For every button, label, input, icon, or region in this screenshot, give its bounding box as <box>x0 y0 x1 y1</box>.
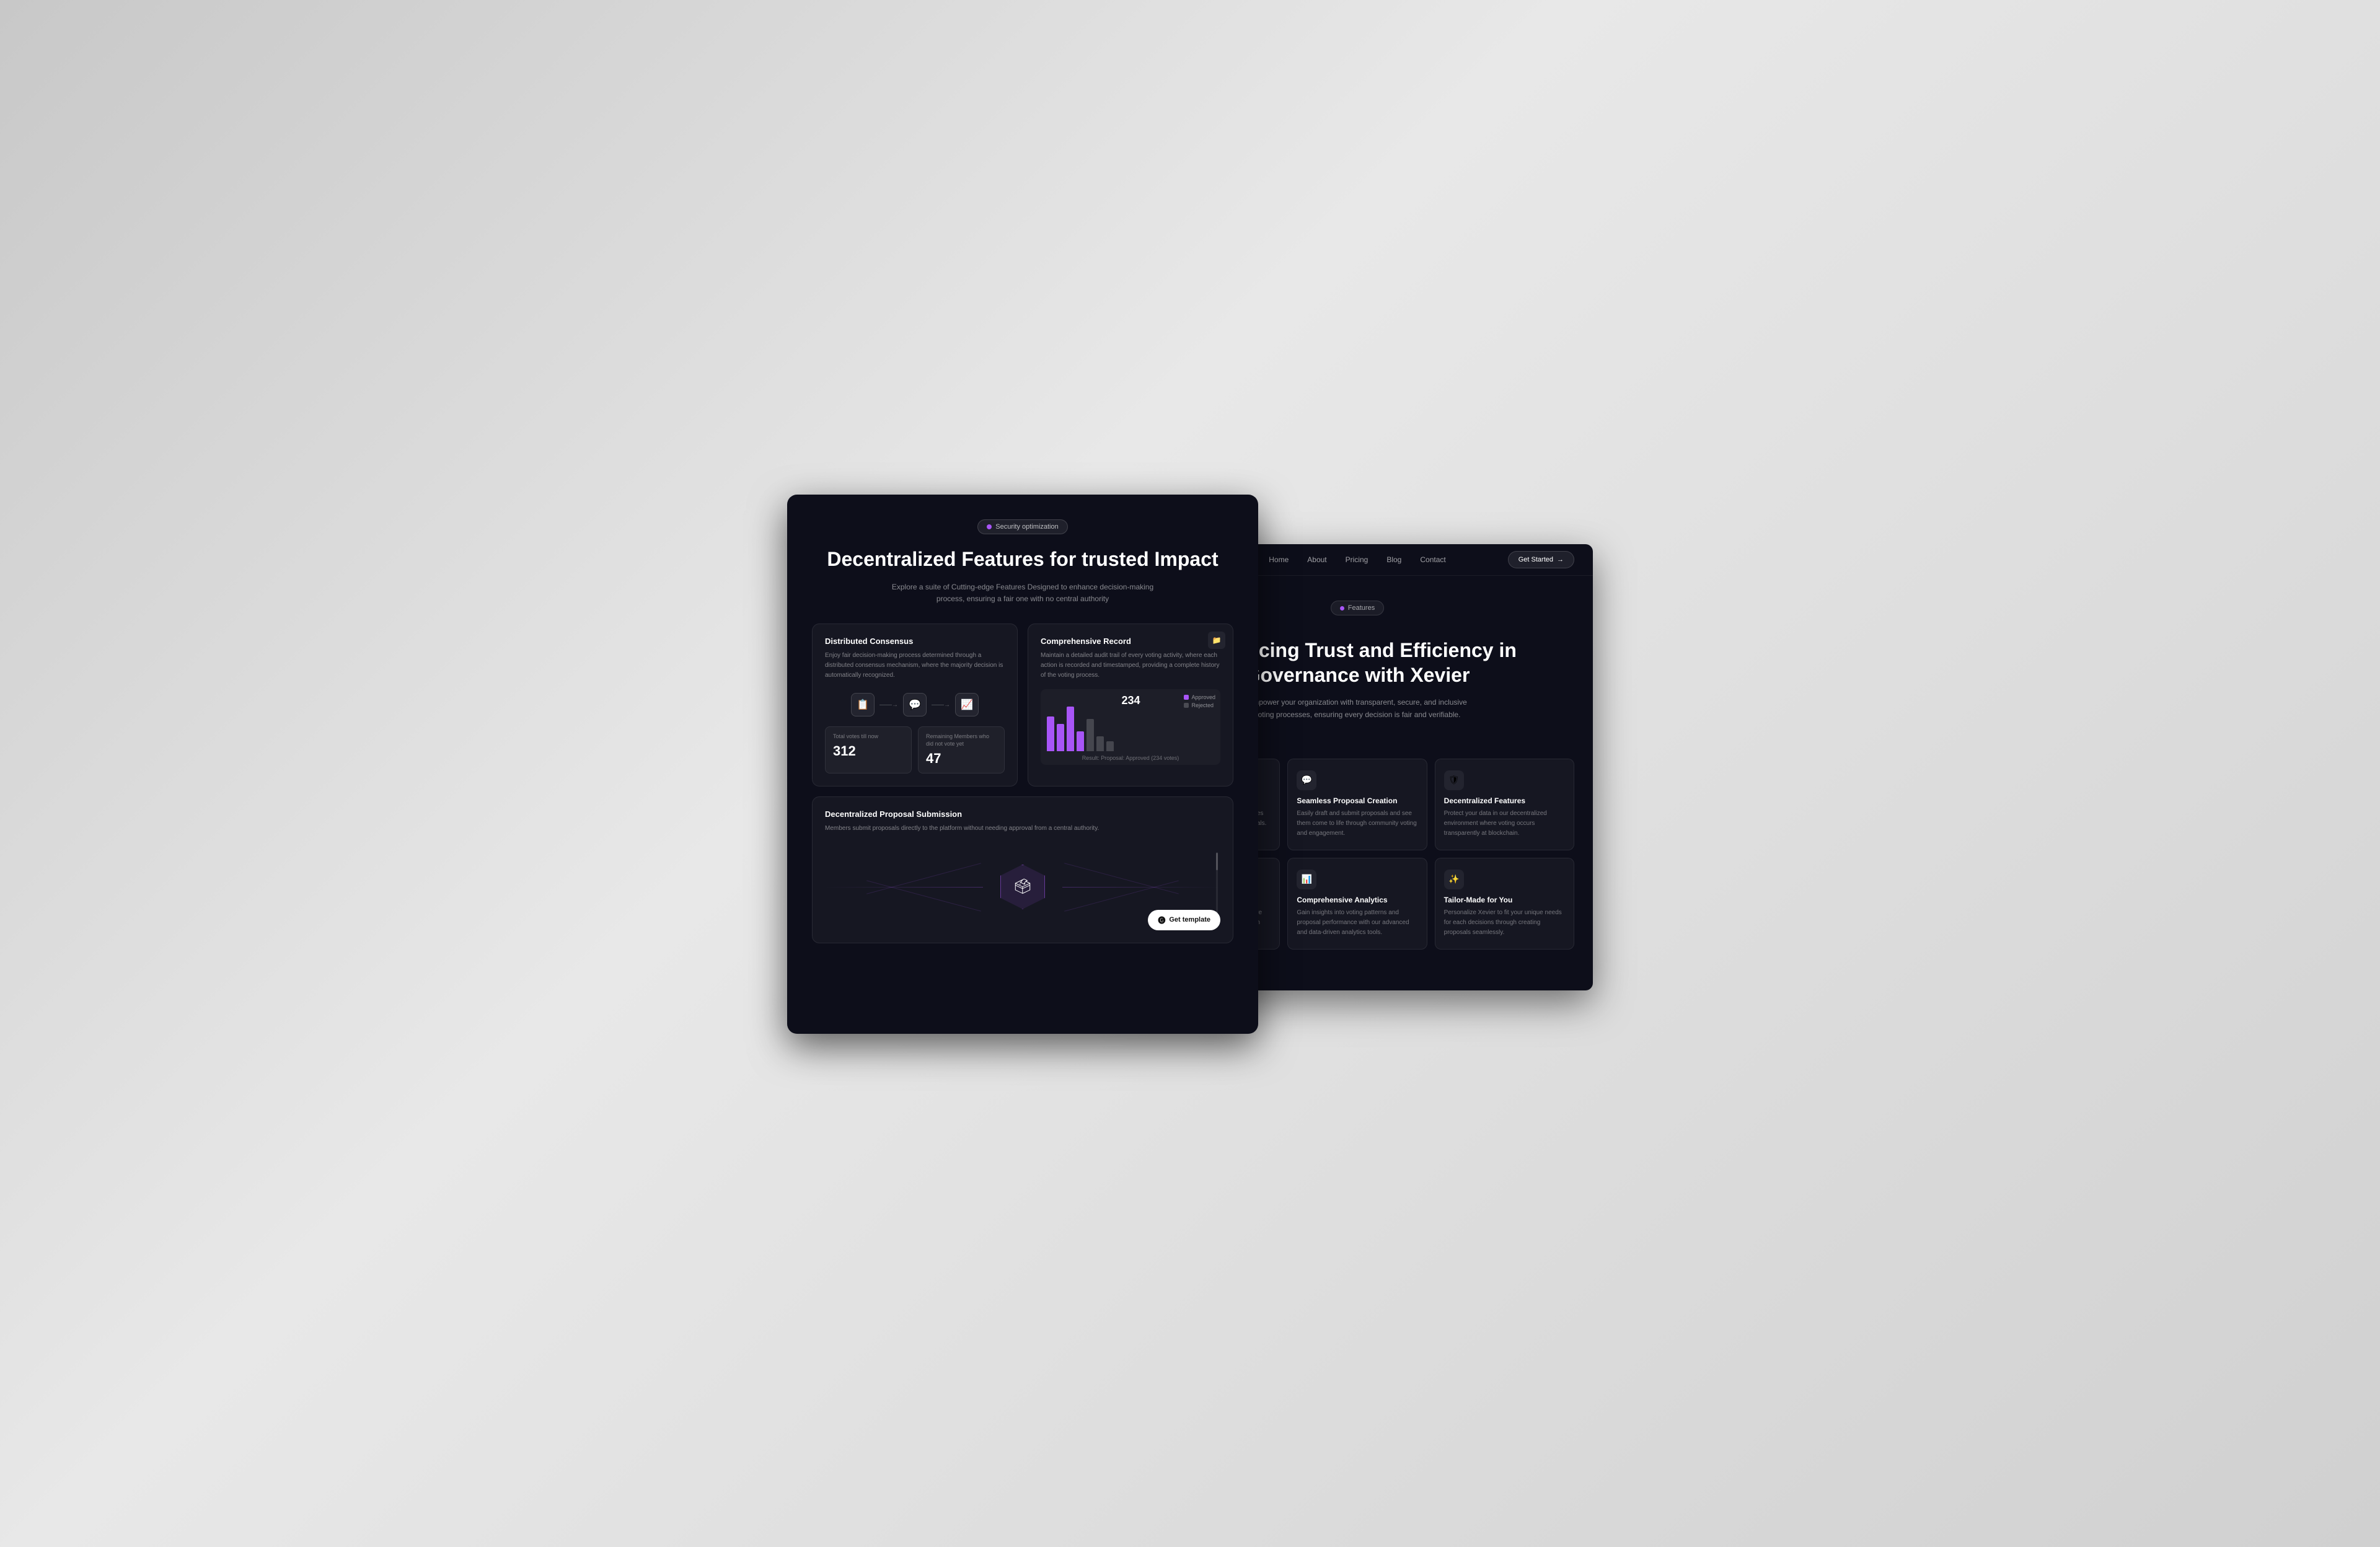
back-subtitle: Empower your organization with transpare… <box>1240 696 1475 721</box>
remaining-votes-label: Remaining Members who did not vote yet <box>926 733 997 747</box>
security-badge: Security optimization <box>977 519 1068 534</box>
total-votes-label: Total votes till now <box>833 733 904 741</box>
proposal-icon: 💬 <box>1297 770 1316 790</box>
feature2-title: Comprehensive Record <box>1041 637 1220 646</box>
get-started-label: Get Started <box>1518 556 1553 563</box>
approved-label: Approved <box>1191 694 1215 700</box>
scrollbar-thumb <box>1216 853 1218 870</box>
chart-legend: Approved Rejected <box>1184 694 1215 708</box>
flow-node-2: 💬 <box>903 693 927 716</box>
feature-card-2: 💬 Seamless Proposal Creation Easily draf… <box>1287 759 1427 850</box>
nav-contact[interactable]: Contact <box>1420 555 1445 564</box>
proposal-submission-card: Decentralized Proposal Submission Member… <box>812 796 1233 943</box>
hexagon-container: 🗳 <box>1000 865 1045 909</box>
chart-number: 234 <box>1122 694 1140 707</box>
rejected-label: Rejected <box>1191 702 1214 708</box>
feature-card-5: 📊 Comprehensive Analytics Gain insights … <box>1287 858 1427 950</box>
feature2-desc: Maintain a detailed audit trail of every… <box>1041 651 1220 681</box>
scrollbar-track <box>1216 852 1218 922</box>
front-title: Decentralized Features for trusted Impac… <box>812 547 1233 571</box>
feature-5-title: Comprehensive Analytics <box>1297 896 1417 904</box>
features-badge: Features <box>1331 601 1384 615</box>
arrow-1: ——→ <box>879 702 898 708</box>
feature1-desc: Enjoy fair decision-making process deter… <box>825 651 1005 681</box>
feature-6-title: Tailor-Made for You <box>1444 896 1565 904</box>
features-badge-label: Features <box>1348 604 1375 612</box>
feature-card-6: ✨ Tailor-Made for You Personalize Xevier… <box>1435 858 1574 950</box>
feature-3-title: Decentralized Features <box>1444 796 1565 805</box>
nav-about[interactable]: About <box>1307 555 1326 564</box>
flow-node-3: 📈 <box>955 693 979 716</box>
feature3-desc: Members submit proposals directly to the… <box>825 824 1220 834</box>
front-card: Security optimization Decentralized Feat… <box>787 495 1258 1034</box>
feature-3-desc: Protect your data in our decentralized e… <box>1444 809 1565 839</box>
feature3-title: Decentralized Proposal Submission <box>825 809 1220 819</box>
security-badge-label: Security optimization <box>995 523 1059 531</box>
feature-6-desc: Personalize Xevier to fit your unique ne… <box>1444 908 1565 938</box>
bar-chart <box>1047 702 1214 751</box>
tailor-icon: ✨ <box>1444 870 1464 889</box>
arrow-2: ——→ <box>932 702 950 708</box>
arrow-icon: → <box>1557 556 1564 563</box>
feature-2-title: Seamless Proposal Creation <box>1297 796 1417 805</box>
get-template-button[interactable]: 🅖 Get template <box>1148 910 1220 930</box>
feature-5-desc: Gain insights into voting patterns and p… <box>1297 908 1417 938</box>
flow-diagram: 📋 ——→ 💬 ——→ 📈 <box>825 693 1005 716</box>
google-icon: 🅖 <box>1158 915 1165 925</box>
flow-node-1: 📋 <box>851 693 875 716</box>
get-started-button[interactable]: Get Started → <box>1508 551 1574 568</box>
nav-blog[interactable]: Blog <box>1386 555 1401 564</box>
distributed-consensus-card: Distributed Consensus Enjoy fair decisio… <box>812 624 1018 786</box>
feature-card-3: 🛡 Decentralized Features Protect your da… <box>1435 759 1574 850</box>
get-template-label: Get template <box>1169 916 1210 923</box>
analytics-icon: 📊 <box>1297 870 1316 889</box>
remaining-votes-box: Remaining Members who did not vote yet 4… <box>918 726 1005 773</box>
feature1-title: Distributed Consensus <box>825 637 1005 646</box>
decentralized-icon: 🛡 <box>1444 770 1464 790</box>
front-subtitle: Explore a suite of Cutting-edge Features… <box>886 581 1159 605</box>
total-votes-box: Total votes till now 312 <box>825 726 912 773</box>
remaining-votes-value: 47 <box>926 751 997 767</box>
record-icon: 📁 <box>1208 632 1225 649</box>
ballot-icon: 🗳 <box>1013 878 1032 896</box>
feature-2-desc: Easily draft and submit proposals and se… <box>1297 809 1417 839</box>
comprehensive-record-card: 📁 Comprehensive Record Maintain a detail… <box>1028 624 1233 786</box>
total-votes-value: 312 <box>833 743 904 759</box>
vote-stats: Total votes till now 312 Remaining Membe… <box>825 726 1005 773</box>
badge-dot <box>987 524 992 529</box>
chart-result-label: Result: Proposal: Approved (234 votes) <box>1047 755 1214 761</box>
nav-pricing[interactable]: Pricing <box>1346 555 1368 564</box>
nav-home[interactable]: Home <box>1269 555 1289 564</box>
feature-grid-top: Distributed Consensus Enjoy fair decisio… <box>812 624 1233 786</box>
